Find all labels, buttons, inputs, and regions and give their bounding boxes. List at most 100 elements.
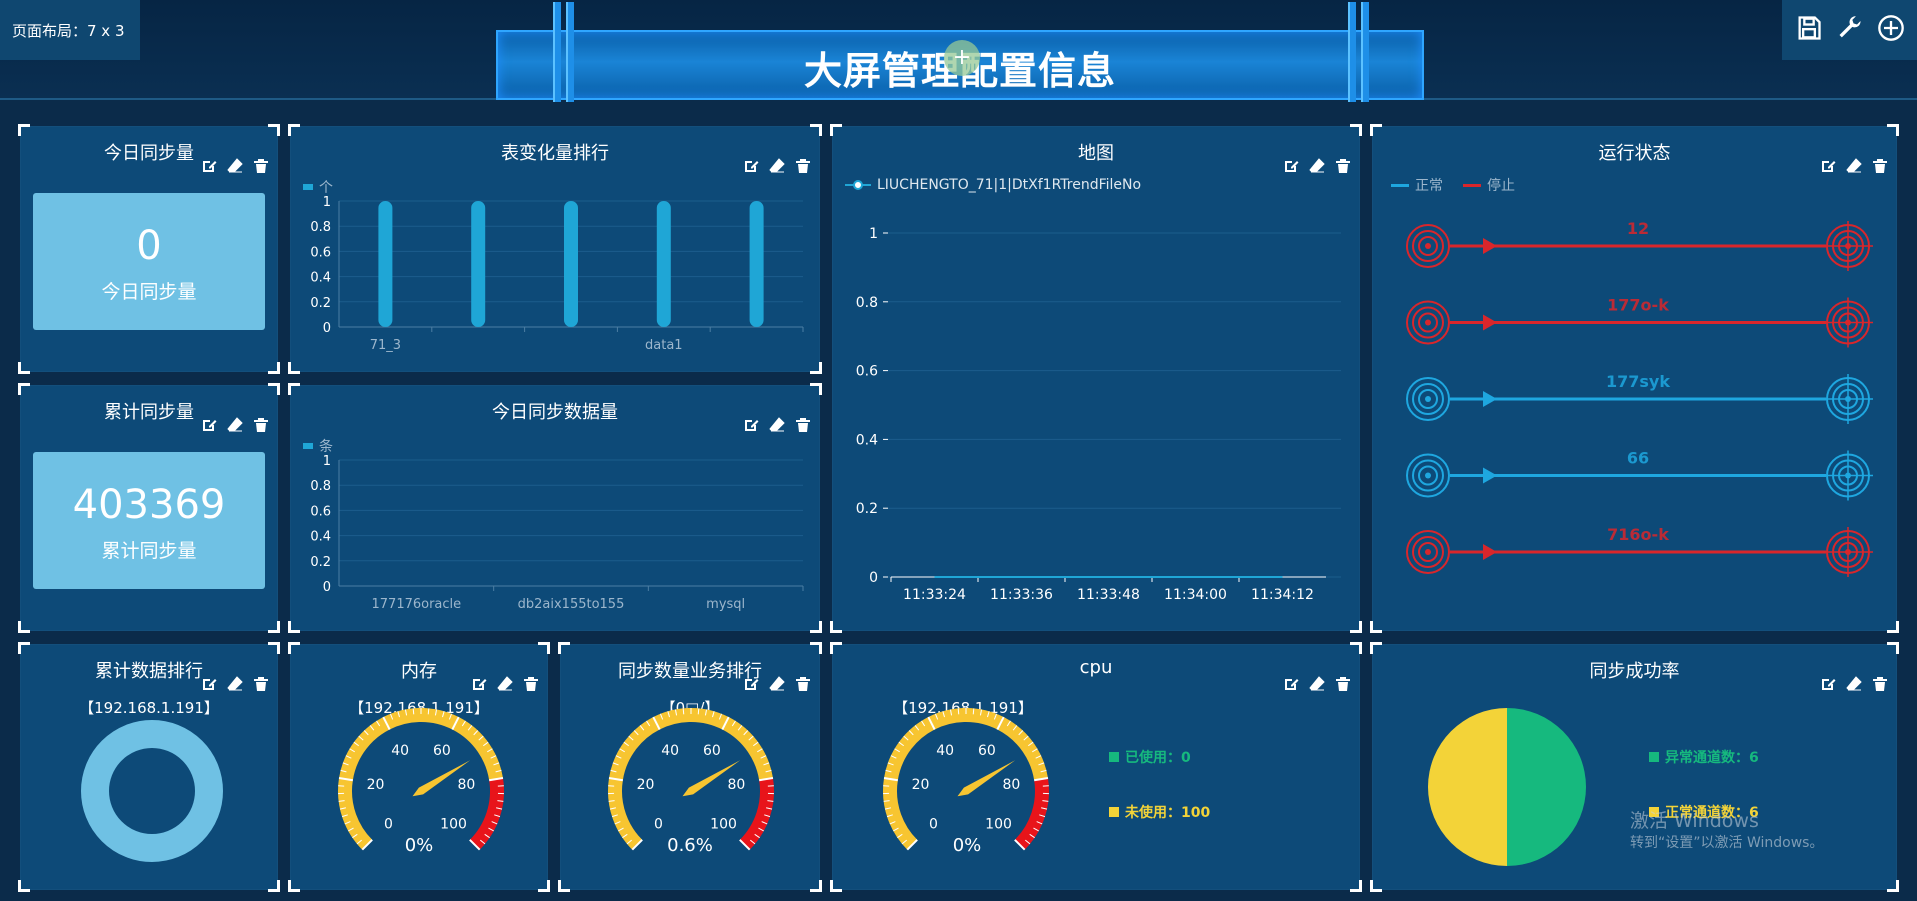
- edit-icon[interactable]: [1283, 676, 1299, 692]
- node-core: [1425, 396, 1431, 402]
- total-sync-value: 403369: [72, 482, 226, 528]
- pie-slice: [1428, 708, 1507, 866]
- x-tick-label: data1: [645, 338, 683, 353]
- flow-arrow: [1483, 238, 1497, 254]
- y-tick-label: 0.6: [310, 245, 331, 260]
- panel-actions: [201, 417, 269, 433]
- gauge-tick-label: 20: [912, 777, 930, 793]
- gauge-tick: [682, 708, 685, 715]
- flow-arrow: [1483, 391, 1497, 407]
- eraser-icon[interactable]: [1309, 676, 1325, 692]
- map-line-chart: 0 0.2 0.4 0.6 0.8 1 11:33:24 11:33:36 11:33:48 11…: [856, 226, 1341, 603]
- toolbar: [1782, 0, 1917, 60]
- bar: [656, 201, 671, 327]
- y-tick-label: 0.4: [310, 530, 331, 545]
- y-tick-label: 0.8: [856, 295, 878, 311]
- run-status-panel: 运行状态 正常 停止 12 177o-k 177syk 66 716o-k: [1370, 124, 1899, 633]
- map-panel: 地图 LIUCHENGTO_71|1|DtXf1RTrendFileNo 0 0.…: [830, 124, 1362, 633]
- y-tick-label: 0.8: [310, 479, 331, 494]
- total-sync-label: 累计同步量: [101, 540, 197, 562]
- y-tick-label: 0.4: [856, 432, 878, 448]
- legend-abnormal: 异常通道数：6: [1649, 747, 1759, 767]
- y-tick-label: 0.2: [310, 555, 331, 570]
- windows-watermark-sub: 转到“设置”以激活 Windows。: [1630, 835, 1824, 851]
- donut-chart: [81, 720, 223, 862]
- memory-value: 0%: [404, 835, 434, 856]
- today-sync-value: 0: [136, 223, 162, 269]
- gauge-tick-label: 60: [978, 743, 996, 759]
- today-data-panel: 今日同步数据量 条 0 0.2 0.4 0.6 0.8 1 177176oracle db2a…: [288, 383, 822, 633]
- y-tick-label: 1: [323, 195, 331, 210]
- gauge-tick-label: 60: [703, 743, 721, 759]
- gauge-tick-label: 100: [710, 817, 737, 833]
- y-tick-label: 0: [323, 321, 331, 336]
- x-tick-label: mysql: [706, 597, 745, 612]
- gauge-tick-label: 40: [936, 743, 954, 759]
- total-sync-card: 403369 累计同步量: [33, 452, 265, 589]
- node-core: [1425, 243, 1431, 249]
- run-status-flow: 12 177o-k 177syk 66 716o-k: [1406, 219, 1873, 577]
- windows-watermark: 激活 Windows: [1630, 810, 1759, 832]
- x-tick-label: 11:33:36: [990, 587, 1053, 603]
- x-tick-label: 177176oracle: [372, 597, 462, 612]
- today-data-chart: 0 0.2 0.4 0.6 0.8 1 177176oracle db2aix155to155…: [310, 454, 804, 612]
- gauge-tick-label: 0: [384, 817, 393, 833]
- panel-actions: [201, 158, 269, 174]
- panel-actions: [1283, 676, 1351, 692]
- legend-unused: 未使用：100: [1109, 802, 1210, 822]
- gauge-tick: [427, 708, 430, 715]
- x-tick-label: 11:34:00: [1164, 587, 1227, 603]
- bar: [749, 201, 764, 327]
- trash-icon[interactable]: [253, 158, 269, 174]
- node-core: [1425, 319, 1431, 326]
- trash-icon[interactable]: [253, 417, 269, 433]
- pie-slice: [1507, 708, 1586, 866]
- y-tick-label: 0: [869, 570, 878, 586]
- cpu-value: 0%: [952, 835, 982, 856]
- y-tick-label: 0.2: [856, 501, 878, 517]
- gauge-tick-label: 100: [440, 817, 467, 833]
- flow-label: 177o-k: [1607, 296, 1669, 315]
- edit-icon[interactable]: [201, 158, 217, 174]
- gauge-tick-label: 20: [637, 777, 655, 793]
- y-tick-label: 1: [323, 454, 331, 469]
- x-tick-label: db2aix155to155: [518, 597, 625, 612]
- edit-icon[interactable]: [201, 417, 217, 433]
- flow-arrow: [1483, 467, 1497, 484]
- x-tick-label: 11:33:24: [903, 587, 966, 603]
- gauge-tick: [697, 708, 700, 715]
- y-tick-label: 0.4: [310, 271, 331, 286]
- y-tick-label: 1: [869, 226, 878, 242]
- node-core: [1425, 472, 1431, 479]
- gauge-tick-label: 0: [929, 817, 938, 833]
- title-banner: 大屏管理配置信息 +: [496, 2, 1424, 102]
- gauge-tick-label: 20: [367, 777, 385, 793]
- add-widget-button[interactable]: +: [944, 40, 980, 76]
- flow-arrow: [1483, 314, 1497, 331]
- top-bar: 页面布局：7 x 3 大屏管理配置信息 +: [0, 0, 1917, 102]
- cpu-panel: cpu 【192.168.1.191】 0 20 40 60 80 100 0% 已使用：…: [830, 642, 1362, 892]
- eraser-icon[interactable]: [227, 158, 243, 174]
- add-circle-icon[interactable]: [1877, 14, 1905, 46]
- y-tick-label: 0: [323, 580, 331, 595]
- donut-ring: [81, 720, 223, 862]
- trash-icon[interactable]: [1335, 676, 1351, 692]
- gauge-tick-label: 40: [391, 743, 409, 759]
- gauge-tick-label: 80: [728, 777, 746, 793]
- success-rate-panel: 同步成功率 异常通道数：6 正常通道数：6: [1370, 642, 1899, 892]
- gauge-tick-label: 80: [1003, 777, 1021, 793]
- x-tick-label: 11:34:12: [1251, 587, 1314, 603]
- flow-label: 66: [1627, 449, 1649, 468]
- bar: [378, 201, 393, 327]
- layout-label[interactable]: 页面布局：7 x 3: [0, 0, 140, 60]
- gauge-tick: [957, 708, 960, 715]
- gauge-tick-label: 0: [654, 817, 663, 833]
- wrench-icon[interactable]: [1836, 14, 1864, 46]
- gauge-tick: [972, 708, 975, 715]
- x-tick-label: 71_3: [370, 338, 401, 353]
- save-icon[interactable]: [1795, 14, 1823, 46]
- flow-arrow: [1483, 544, 1497, 560]
- x-tick-label: 11:33:48: [1077, 587, 1140, 603]
- eraser-icon[interactable]: [227, 417, 243, 433]
- legend-used: 已使用：0: [1109, 747, 1191, 767]
